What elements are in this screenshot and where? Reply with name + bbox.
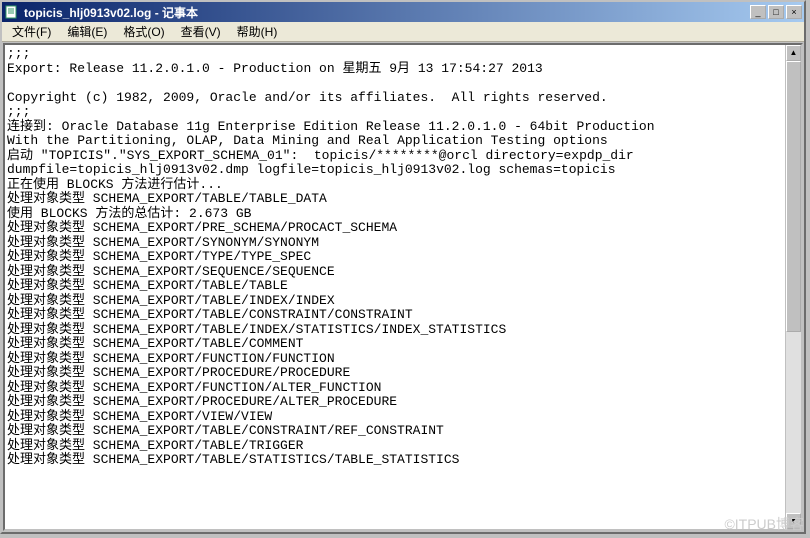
menu-view[interactable]: 查看(V) xyxy=(173,21,229,42)
window-controls: _ □ × xyxy=(750,5,802,19)
scroll-up-button[interactable]: ▲ xyxy=(786,45,801,61)
close-button[interactable]: × xyxy=(786,5,802,19)
minimize-button[interactable]: _ xyxy=(750,5,766,19)
menu-file[interactable]: 文件(F) xyxy=(4,21,59,42)
titlebar: topicis_hlj0913v02.log - 记事本 _ □ × xyxy=(2,2,804,22)
vertical-scrollbar[interactable]: ▲ ▼ xyxy=(785,45,801,529)
scroll-down-button[interactable]: ▼ xyxy=(786,513,801,529)
notepad-window: topicis_hlj0913v02.log - 记事本 _ □ × 文件(F)… xyxy=(0,0,806,534)
text-area[interactable]: ;;; Export: Release 11.2.0.1.0 - Product… xyxy=(5,45,801,529)
scroll-track[interactable] xyxy=(786,61,801,513)
app-icon xyxy=(4,4,20,20)
maximize-button[interactable]: □ xyxy=(768,5,784,19)
menubar: 文件(F) 编辑(E) 格式(O) 查看(V) 帮助(H) xyxy=(2,22,804,42)
menu-edit[interactable]: 编辑(E) xyxy=(59,21,115,42)
window-title: topicis_hlj0913v02.log - 记事本 xyxy=(24,4,750,21)
menu-format[interactable]: 格式(O) xyxy=(115,21,172,42)
menu-help[interactable]: 帮助(H) xyxy=(229,21,286,42)
content-frame: ;;; Export: Release 11.2.0.1.0 - Product… xyxy=(3,43,803,531)
scroll-thumb[interactable] xyxy=(786,61,801,332)
